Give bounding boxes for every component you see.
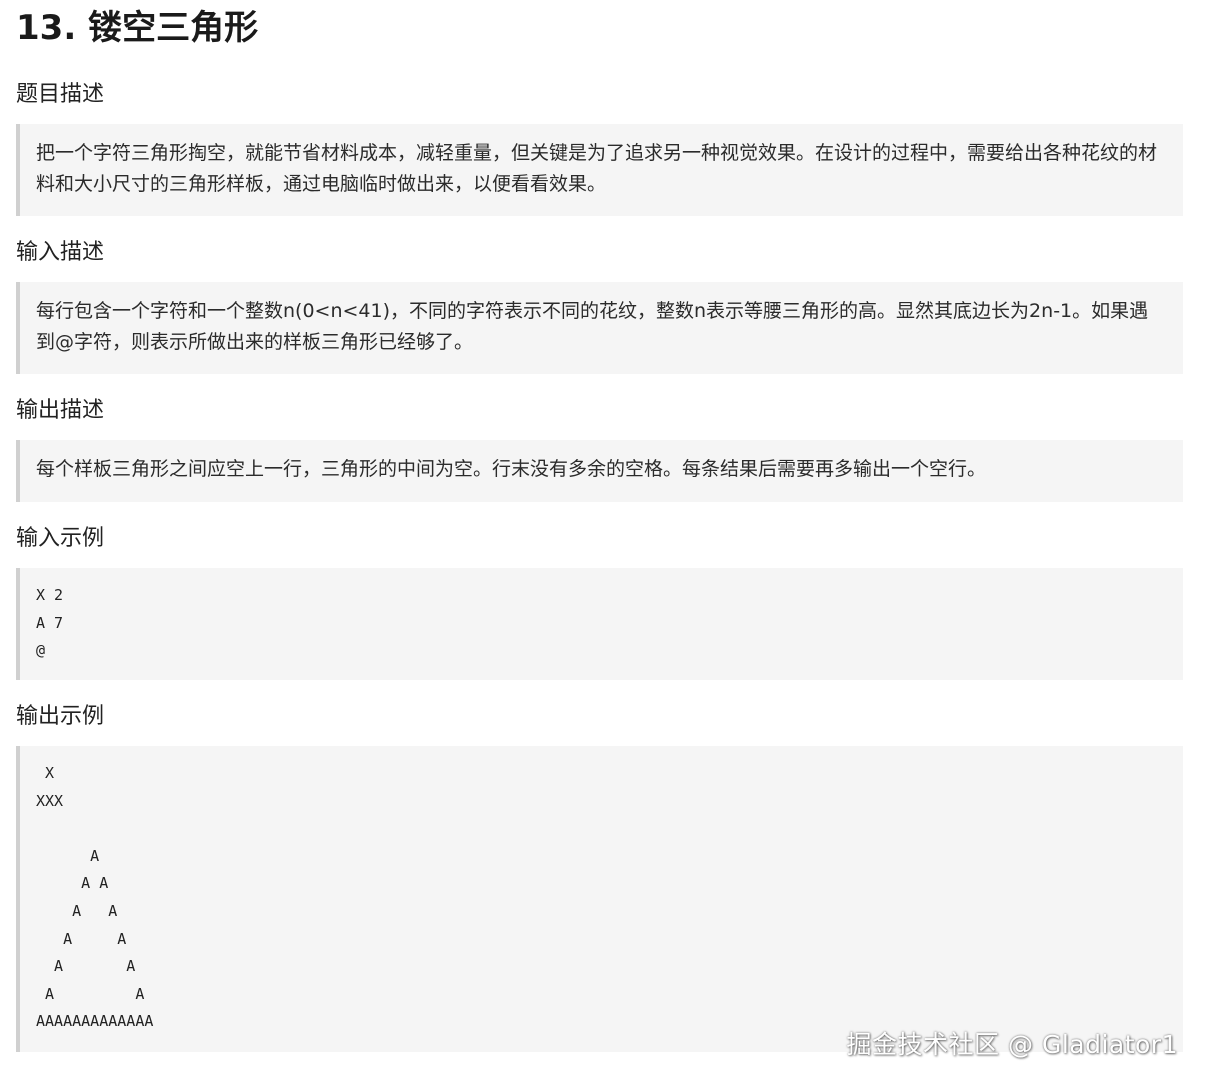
output-description-block: 每个样板三角形之间应空上一行，三角形的中间为空。行末没有多余的空格。每条结果后需… [16,440,1183,502]
description-block: 把一个字符三角形掏空，就能节省材料成本，减轻重量，但关键是为了追求另一种视觉效果… [16,124,1183,216]
sample-input-heading: 输入示例 [16,526,105,551]
sample-output-heading: 输出示例 [16,704,105,729]
description-heading: 题目描述 [16,82,105,107]
sample-output-code: X XXX A A A A A A A A A A A AAAAAAAAAAAA… [16,746,1183,1052]
output-description-heading: 输出描述 [16,398,105,423]
page-title: 13. 镂空三角形 [16,8,259,48]
input-description-heading: 输入描述 [16,240,105,265]
watermark-text: 掘金技术社区 @ Gladiator1 [846,1030,1178,1059]
input-description-block: 每行包含一个字符和一个整数n(0<n<41)，不同的字符表示不同的花纹，整数n表… [16,282,1183,374]
sample-input-code: X 2 A 7 @ [16,568,1183,680]
article: 13. 镂空三角形 题目描述 把一个字符三角形掏空，就能节省材料成本，减轻重量，… [16,0,1183,1052]
